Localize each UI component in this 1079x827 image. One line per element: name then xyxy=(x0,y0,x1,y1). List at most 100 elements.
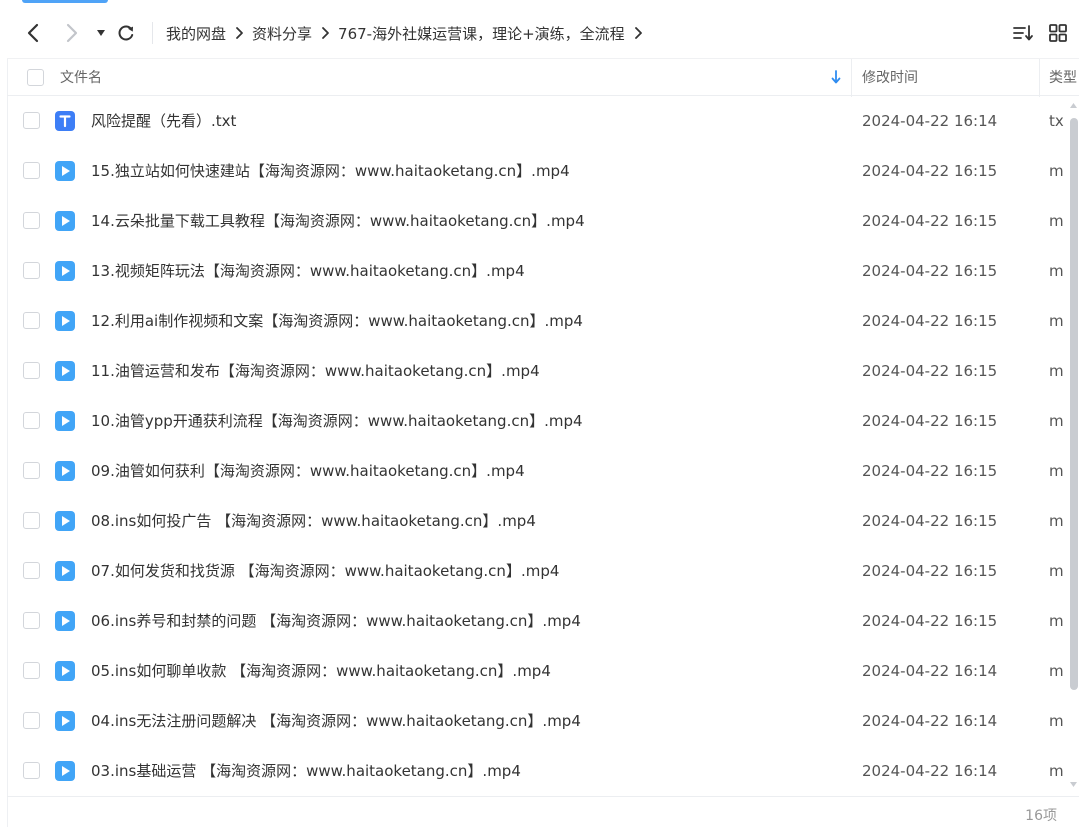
file-modified-time: 2024-04-22 16:15 xyxy=(862,562,998,580)
breadcrumb-item-root[interactable]: 我的网盘 xyxy=(166,23,226,44)
back-button[interactable] xyxy=(21,21,45,45)
file-row[interactable]: 09.油管如何获利【海淘资源网：www.haitaoketang.cn】.mp4… xyxy=(7,446,1067,496)
column-header-name[interactable]: 文件名 xyxy=(60,59,102,97)
select-all-checkbox[interactable] xyxy=(27,69,44,86)
file-name[interactable]: 06.ins养号和封禁的问题 【海淘资源网：www.haitaoketang.c… xyxy=(91,596,581,646)
row-checkbox[interactable] xyxy=(23,162,40,179)
column-header-modified[interactable]: 修改时间 xyxy=(862,59,918,97)
video-file-icon xyxy=(54,210,76,232)
file-name[interactable]: 07.如何发货和找货源 【海淘资源网：www.haitaoketang.cn】.… xyxy=(91,546,559,596)
row-checkbox[interactable] xyxy=(23,262,40,279)
file-row[interactable]: 12.利用ai制作视频和文案【海淘资源网：www.haitaoketang.cn… xyxy=(7,296,1067,346)
file-type: m xyxy=(1049,462,1064,480)
row-checkbox[interactable] xyxy=(23,362,40,379)
video-file-icon xyxy=(54,560,76,582)
grid-view-button[interactable] xyxy=(1046,21,1070,45)
file-modified-time: 2024-04-22 16:15 xyxy=(862,162,998,180)
file-row[interactable]: 03.ins基础运营 【海淘资源网：www.haitaoketang.cn】.m… xyxy=(7,746,1067,796)
row-checkbox[interactable] xyxy=(23,712,40,729)
file-row[interactable]: 06.ins养号和封禁的问题 【海淘资源网：www.haitaoketang.c… xyxy=(7,596,1067,646)
file-row[interactable]: 11.油管运营和发布【海淘资源网：www.haitaoketang.cn】.mp… xyxy=(7,346,1067,396)
file-row[interactable]: 15.独立站如何快速建站【海淘资源网：www.haitaoketang.cn】.… xyxy=(7,146,1067,196)
file-type: m xyxy=(1049,712,1064,730)
video-file-icon xyxy=(54,460,76,482)
file-name[interactable]: 03.ins基础运营 【海淘资源网：www.haitaoketang.cn】.m… xyxy=(91,746,521,796)
grid-view-icon xyxy=(1049,24,1067,42)
file-name[interactable]: 05.ins如何聊单收款 【海淘资源网：www.haitaoketang.cn】… xyxy=(91,646,551,696)
file-name[interactable]: 12.利用ai制作视频和文案【海淘资源网：www.haitaoketang.cn… xyxy=(91,296,583,346)
file-type: m xyxy=(1049,412,1064,430)
file-name[interactable]: 11.油管运营和发布【海淘资源网：www.haitaoketang.cn】.mp… xyxy=(91,346,540,396)
file-modified-time: 2024-04-22 16:14 xyxy=(862,712,998,730)
file-row[interactable]: 05.ins如何聊单收款 【海淘资源网：www.haitaoketang.cn】… xyxy=(7,646,1067,696)
status-bar: 16项 xyxy=(7,796,1079,827)
file-name[interactable]: 风险提醒（先看）.txt xyxy=(91,96,236,146)
file-row[interactable]: 07.如何发货和找货源 【海淘资源网：www.haitaoketang.cn】.… xyxy=(7,546,1067,596)
forward-button[interactable] xyxy=(60,21,84,45)
row-checkbox[interactable] xyxy=(23,462,40,479)
video-file-icon xyxy=(54,410,76,432)
video-file-icon xyxy=(54,610,76,632)
video-file-icon xyxy=(54,510,76,532)
file-manager-window: 我的网盘 资料分享 767-海外社媒运营课，理论+演练，全流程 文件名 修改时间… xyxy=(0,0,1079,827)
row-checkbox[interactable] xyxy=(23,312,40,329)
row-checkbox[interactable] xyxy=(23,212,40,229)
file-row[interactable]: 13.视频矩阵玩法【海淘资源网：www.haitaoketang.cn】.mp4… xyxy=(7,246,1067,296)
file-row[interactable]: 04.ins无法注册问题解决 【海淘资源网：www.haitaoketang.c… xyxy=(7,696,1067,746)
toolbar: 我的网盘 资料分享 767-海外社媒运营课，理论+演练，全流程 xyxy=(0,8,1079,58)
breadcrumb-separator-icon xyxy=(312,23,338,43)
file-row[interactable]: 10.油管ypp开通获利流程【海淘资源网：www.haitaoketang.cn… xyxy=(7,396,1067,446)
file-type: m xyxy=(1049,362,1064,380)
row-checkbox[interactable] xyxy=(23,512,40,529)
row-checkbox[interactable] xyxy=(23,562,40,579)
breadcrumb-item-current[interactable]: 767-海外社媒运营课，理论+演练，全流程 xyxy=(338,23,625,44)
item-count: 16项 xyxy=(1025,808,1057,824)
file-type: m xyxy=(1049,612,1064,630)
sort-list-button[interactable] xyxy=(1011,21,1035,45)
file-name[interactable]: 08.ins如何投广告 【海淘资源网：www.haitaoketang.cn】.… xyxy=(91,496,536,546)
breadcrumb-separator-icon xyxy=(226,23,252,43)
file-row[interactable]: 风险提醒（先看）.txt 2024-04-22 16:14 tx xyxy=(7,96,1067,146)
breadcrumb: 我的网盘 资料分享 767-海外社媒运营课，理论+演练，全流程 xyxy=(166,8,651,58)
file-modified-time: 2024-04-22 16:15 xyxy=(862,212,998,230)
refresh-icon xyxy=(118,25,134,41)
file-row[interactable]: 08.ins如何投广告 【海淘资源网：www.haitaoketang.cn】.… xyxy=(7,496,1067,546)
file-name[interactable]: 04.ins无法注册问题解决 【海淘资源网：www.haitaoketang.c… xyxy=(91,696,581,746)
chevron-right-icon xyxy=(66,23,78,43)
file-modified-time: 2024-04-22 16:14 xyxy=(862,662,998,680)
row-checkbox[interactable] xyxy=(23,612,40,629)
video-file-icon xyxy=(54,260,76,282)
row-checkbox[interactable] xyxy=(23,412,40,429)
sort-descending-icon[interactable] xyxy=(831,70,841,88)
row-checkbox[interactable] xyxy=(23,762,40,779)
file-modified-time: 2024-04-22 16:14 xyxy=(862,762,998,780)
refresh-button[interactable] xyxy=(114,21,138,45)
column-divider[interactable] xyxy=(851,59,852,97)
scrollbar-thumb[interactable] xyxy=(1070,118,1078,690)
breadcrumb-item-shared[interactable]: 资料分享 xyxy=(252,23,312,44)
row-checkbox[interactable] xyxy=(23,662,40,679)
column-divider[interactable] xyxy=(1039,59,1040,97)
history-dropdown-button[interactable] xyxy=(89,21,113,45)
scroll-up-arrow-icon[interactable] xyxy=(1068,100,1079,110)
file-modified-time: 2024-04-22 16:15 xyxy=(862,612,998,630)
file-type: m xyxy=(1049,212,1064,230)
row-checkbox[interactable] xyxy=(23,112,40,129)
file-modified-time: 2024-04-22 16:14 xyxy=(862,112,998,130)
file-name[interactable]: 13.视频矩阵玩法【海淘资源网：www.haitaoketang.cn】.mp4 xyxy=(91,246,525,296)
file-type: m xyxy=(1049,312,1064,330)
file-name[interactable]: 10.油管ypp开通获利流程【海淘资源网：www.haitaoketang.cn… xyxy=(91,396,583,446)
file-modified-time: 2024-04-22 16:15 xyxy=(862,512,998,530)
file-row[interactable]: 14.云朵批量下载工具教程【海淘资源网：www.haitaoketang.cn】… xyxy=(7,196,1067,246)
file-modified-time: 2024-04-22 16:15 xyxy=(862,312,998,330)
video-file-icon xyxy=(54,760,76,782)
video-file-icon xyxy=(54,360,76,382)
file-name[interactable]: 15.独立站如何快速建站【海淘资源网：www.haitaoketang.cn】.… xyxy=(91,146,570,196)
file-type: m xyxy=(1049,512,1064,530)
video-file-icon xyxy=(54,160,76,182)
file-name[interactable]: 09.油管如何获利【海淘资源网：www.haitaoketang.cn】.mp4 xyxy=(91,446,525,496)
video-file-icon xyxy=(54,710,76,732)
file-name[interactable]: 14.云朵批量下载工具教程【海淘资源网：www.haitaoketang.cn】… xyxy=(91,196,585,246)
column-header-type[interactable]: 类型 xyxy=(1049,59,1077,97)
scroll-down-arrow-icon[interactable] xyxy=(1068,780,1079,790)
